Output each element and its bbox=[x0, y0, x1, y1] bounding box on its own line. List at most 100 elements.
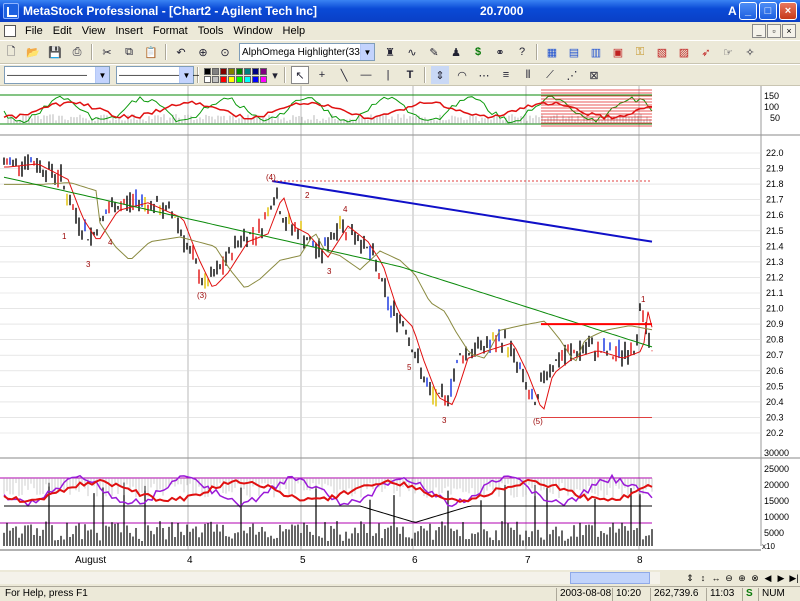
expert-select[interactable]: AlphOmega Highlighter(33) ▼ bbox=[239, 43, 375, 61]
mdi-close-button[interactable]: × bbox=[782, 24, 796, 38]
scrollbar-thumb[interactable] bbox=[570, 572, 650, 584]
menu-help[interactable]: Help bbox=[278, 25, 311, 37]
color-swatch[interactable] bbox=[244, 75, 251, 83]
price-panel[interactable] bbox=[3, 154, 653, 418]
undo-icon[interactable]: ↶ bbox=[172, 43, 190, 61]
mdi-minimize-button[interactable]: _ bbox=[752, 24, 766, 38]
gann-grid-icon[interactable]: ⊠ bbox=[585, 66, 603, 84]
chevron-down-icon[interactable]: ▼ bbox=[95, 67, 109, 83]
chevron-down-icon[interactable]: ▼ bbox=[179, 67, 193, 83]
nav-zoom-in-icon[interactable]: ⊕ bbox=[736, 571, 748, 585]
time-zones-icon[interactable]: ⦀ bbox=[519, 66, 537, 84]
fibonacci-arcs-icon[interactable]: ◠ bbox=[453, 66, 471, 84]
horizontal-line-icon[interactable]: — bbox=[357, 66, 375, 84]
speed-lines-icon[interactable]: ⋰ bbox=[563, 66, 581, 84]
hand-icon[interactable]: ☞ bbox=[719, 43, 737, 61]
chart-cascade-icon[interactable]: ▣ bbox=[609, 43, 627, 61]
chart-new-icon[interactable]: ▤ bbox=[565, 43, 583, 61]
pointer-icon[interactable]: ➶ bbox=[697, 43, 715, 61]
scale-icon[interactable]: ⇕ bbox=[431, 66, 449, 84]
select-pointer-icon[interactable]: ↖ bbox=[291, 66, 309, 84]
volume-black-line[interactable] bbox=[4, 505, 652, 523]
chart-tile-icon[interactable]: ▥ bbox=[587, 43, 605, 61]
color-swatch[interactable] bbox=[220, 75, 227, 83]
moving-average-red[interactable] bbox=[4, 163, 653, 410]
nav-end-icon[interactable]: ▶| bbox=[788, 571, 800, 585]
color-swatch[interactable] bbox=[252, 75, 259, 83]
line-style-select[interactable]: ———————— ▼ bbox=[4, 66, 110, 84]
zoom-icon[interactable]: ⊙ bbox=[216, 43, 234, 61]
minimize-button[interactable]: _ bbox=[739, 2, 757, 20]
color-swatch[interactable] bbox=[260, 67, 267, 75]
trend-line[interactable] bbox=[271, 180, 653, 243]
explorer-icon[interactable]: ✎ bbox=[425, 43, 443, 61]
color-swatch[interactable] bbox=[228, 67, 235, 75]
nav-left-right-icon[interactable]: ↔ bbox=[710, 571, 722, 585]
save-icon[interactable]: 💾 bbox=[46, 43, 64, 61]
text-icon[interactable]: T bbox=[401, 66, 419, 84]
crosshair-icon[interactable]: ⊕ bbox=[194, 43, 212, 61]
chart-grid-icon[interactable]: ▧ bbox=[653, 43, 671, 61]
menu-view[interactable]: View bbox=[77, 25, 111, 37]
color-swatch[interactable] bbox=[212, 67, 219, 75]
menu-tools[interactable]: Tools bbox=[193, 25, 229, 37]
horizontal-scrollbar[interactable] bbox=[0, 572, 660, 584]
expert-advisor-icon[interactable]: ♜ bbox=[381, 43, 399, 61]
color-swatch[interactable] bbox=[252, 67, 259, 75]
palette-dropdown-icon[interactable]: ▾ bbox=[271, 66, 279, 84]
menu-file[interactable]: File bbox=[20, 25, 48, 37]
line-weight-select[interactable]: ———————— ▼ bbox=[116, 66, 199, 84]
color-swatch[interactable] bbox=[228, 75, 235, 83]
print-icon[interactable]: ⎙ bbox=[68, 43, 86, 61]
menu-edit[interactable]: Edit bbox=[48, 25, 77, 37]
help-pointer-icon[interactable]: ? bbox=[513, 43, 531, 61]
mdi-restore-button[interactable]: ▫ bbox=[767, 24, 781, 38]
menu-insert[interactable]: Insert bbox=[110, 25, 148, 37]
color-swatch[interactable] bbox=[236, 75, 243, 83]
document-icon[interactable] bbox=[4, 25, 16, 37]
chart-pane[interactable]: 150 100 50 22.0 21.9 21.8 21.7 21.6 21.5 21.4 2… bbox=[0, 86, 800, 570]
nav-left-icon[interactable]: ◀ bbox=[762, 571, 774, 585]
close-button[interactable]: × bbox=[779, 2, 797, 20]
fibonacci-retracement-icon[interactable]: ≡ bbox=[497, 66, 515, 84]
menu-window[interactable]: Window bbox=[228, 25, 277, 37]
menu-format[interactable]: Format bbox=[148, 25, 193, 37]
nav-reset-icon[interactable]: ⊗ bbox=[749, 571, 761, 585]
vertical-line-icon[interactable]: | bbox=[379, 66, 397, 84]
color-swatch[interactable] bbox=[244, 67, 251, 75]
nav-zoom-out-icon[interactable]: ⊖ bbox=[723, 571, 735, 585]
chart-list-icon[interactable]: ▨ bbox=[675, 43, 693, 61]
indicator-builder-icon[interactable]: ∿ bbox=[403, 43, 421, 61]
color-swatch[interactable] bbox=[236, 67, 243, 75]
fan-lines-icon[interactable]: ⟋ bbox=[541, 66, 559, 84]
new-icon[interactable]: 🗋 bbox=[2, 43, 20, 61]
crosshairs-icon[interactable]: + bbox=[313, 66, 331, 84]
chevron-down-icon[interactable]: ▼ bbox=[360, 44, 374, 60]
app-icon[interactable] bbox=[3, 3, 19, 19]
wand-icon[interactable]: ✧ bbox=[741, 43, 759, 61]
volume-panel[interactable] bbox=[0, 473, 653, 546]
volume-axis-labels: 30000 25000 20000 15000 10000 5000 bbox=[764, 448, 789, 538]
color-swatch[interactable] bbox=[220, 67, 227, 75]
color-palette[interactable] bbox=[204, 67, 267, 83]
dollar-icon[interactable]: $ bbox=[469, 43, 487, 61]
cycle-lines-icon[interactable]: ⋯ bbox=[475, 66, 493, 84]
trendline-icon[interactable]: ╲ bbox=[335, 66, 353, 84]
color-swatch[interactable] bbox=[260, 75, 267, 83]
cut-icon[interactable]: ✂ bbox=[98, 43, 116, 61]
system-tester-icon[interactable]: ♟ bbox=[447, 43, 465, 61]
chart-layout-icon[interactable]: ▦ bbox=[543, 43, 561, 61]
color-swatch[interactable] bbox=[204, 75, 211, 83]
nav-play-icon[interactable]: ▶ bbox=[775, 571, 787, 585]
maximize-button[interactable]: □ bbox=[759, 2, 777, 20]
binoculars-icon[interactable]: ⚭ bbox=[491, 43, 509, 61]
copy-icon[interactable]: ⧉ bbox=[120, 43, 138, 61]
color-swatch[interactable] bbox=[204, 67, 211, 75]
key-icon[interactable]: ⚿ bbox=[631, 43, 649, 61]
color-swatch[interactable] bbox=[212, 75, 219, 83]
nav-updown-icon[interactable]: ⇕ bbox=[684, 571, 696, 585]
paste-icon[interactable]: 📋 bbox=[142, 43, 160, 61]
nav-expand-icon[interactable]: ↕ bbox=[697, 571, 709, 585]
open-icon[interactable]: 📂 bbox=[24, 43, 42, 61]
chart-canvas[interactable]: 150 100 50 22.021.921.821.721.621.521.42… bbox=[0, 86, 800, 570]
